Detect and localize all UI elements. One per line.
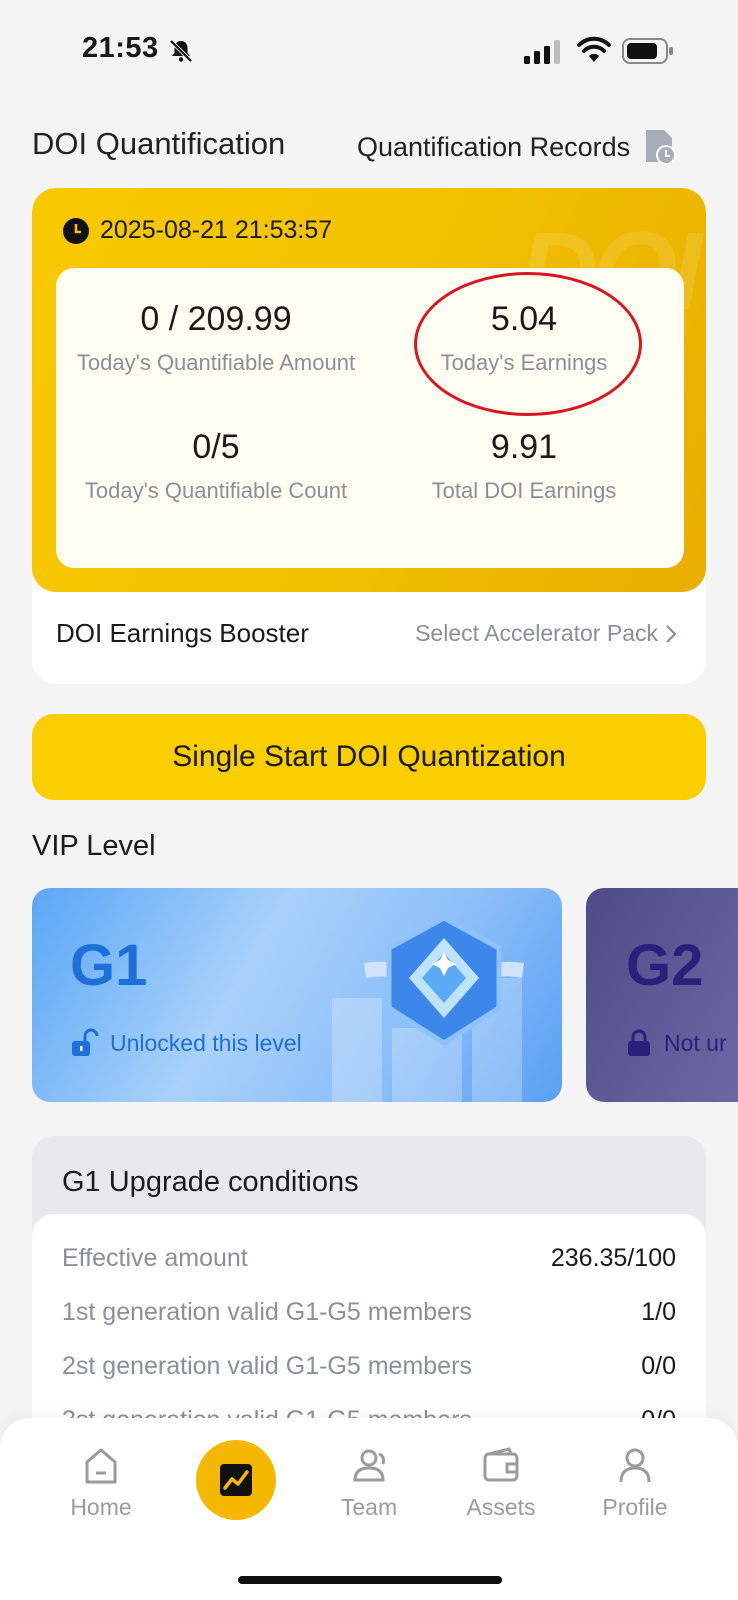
total-earnings-stat: 9.91 Total DOI Earnings <box>374 428 674 504</box>
vip-level-title: VIP Level <box>32 830 156 862</box>
unlocked-icon <box>72 1028 99 1056</box>
records-clock-icon <box>646 130 677 165</box>
stat-label: Today's Quantifiable Amount <box>76 350 356 375</box>
nav-profile[interactable]: Profile <box>580 1444 690 1521</box>
condition-value: 1/0 <box>641 1298 676 1326</box>
condition-label: 2st generation valid G1-G5 members <box>62 1352 472 1380</box>
nav-team[interactable]: Team <box>314 1444 424 1521</box>
records-label: Quantification Records <box>357 131 631 162</box>
chevron-right-icon <box>666 624 677 643</box>
condition-label: Effective amount <box>62 1244 248 1272</box>
bell-muted-icon <box>169 39 193 63</box>
booster-label: DOI Earnings Booster <box>56 618 309 648</box>
timestamp: 2025-08-21 21:53:57 <box>62 216 332 245</box>
condition-label: 1st generation valid G1-G5 members <box>62 1298 472 1326</box>
profile-icon <box>619 1448 651 1483</box>
condition-row: 1st generation valid G1-G5 members 1/0 <box>62 1298 676 1327</box>
select-accelerator-pack-link[interactable]: Select Accelerator Pack <box>415 620 678 647</box>
condition-value: 236.35/100 <box>550 1244 676 1272</box>
nav-label: Team <box>340 1494 398 1520</box>
team-icon <box>353 1449 385 1482</box>
vip-card-g2[interactable]: G2 Not ur <box>586 888 738 1102</box>
vip-status-text: Not ur <box>664 1029 727 1056</box>
stat-value: 9.91 <box>490 428 558 466</box>
timestamp-text: 2025-08-21 21:53:57 <box>100 216 333 244</box>
nav-label: Profile <box>602 1494 668 1520</box>
vip-level-name: G2 <box>626 933 704 998</box>
condition-value: 0/0 <box>641 1352 676 1380</box>
stat-value: 0 / 209.99 <box>140 300 292 338</box>
nav-label: Assets <box>466 1494 536 1520</box>
nav-assets[interactable]: Assets <box>446 1444 556 1521</box>
quantification-summary-card: DOI 2025-08-21 21:53:57 0 / 209.99 Today… <box>32 188 706 684</box>
single-start-quantization-button[interactable]: Single Start DOI Quantization <box>32 714 706 800</box>
vip-status-text: Unlocked this level <box>110 1029 302 1056</box>
upgrade-conditions-panel: G1 Upgrade conditions Effective amount 2… <box>32 1136 706 1466</box>
bottom-navigation: Home Team Assets Profile <box>0 1418 738 1600</box>
battery-icon <box>622 38 673 64</box>
nav-label: Home <box>70 1494 132 1520</box>
status-bar: 21:53 <box>0 0 738 100</box>
lock-icon <box>628 1029 650 1056</box>
upgrade-title: G1 Upgrade conditions <box>62 1166 359 1198</box>
wallet-icon <box>483 1447 519 1482</box>
vip-status: Not ur <box>624 1028 727 1058</box>
page-title: DOI Quantification <box>32 126 286 161</box>
quantifiable-amount-stat: 0 / 209.99 Today's Quantifiable Amount <box>66 300 366 376</box>
vip-diamond-badge-icon <box>364 915 524 1046</box>
nav-home[interactable]: Home <box>46 1444 156 1521</box>
annotation-circle <box>414 272 642 416</box>
vip-level-name: G1 <box>70 933 148 998</box>
vip-card-g1[interactable]: G1 Unlocked this level <box>32 888 562 1102</box>
home-indicator[interactable] <box>238 1576 502 1584</box>
chart-icon <box>220 1464 252 1496</box>
quantification-records-link[interactable]: Quantification Records <box>357 128 678 166</box>
quantifiable-count-stat: 0/5 Today's Quantifiable Count <box>66 428 366 504</box>
stat-label: Total DOI Earnings <box>431 478 617 503</box>
wifi-icon <box>577 36 611 62</box>
nav-quantify[interactable] <box>196 1440 276 1520</box>
earnings-booster-row[interactable]: DOI Earnings Booster Select Accelerator … <box>32 592 706 684</box>
booster-link-text: Select Accelerator Pack <box>415 620 658 646</box>
stat-value: 0/5 <box>192 428 240 466</box>
clock-icon <box>63 217 89 244</box>
vip-status: Unlocked this level <box>70 1028 302 1058</box>
condition-row: 2st generation valid G1-G5 members 0/0 <box>62 1352 676 1381</box>
stat-label: Today's Quantifiable Count <box>84 478 348 503</box>
cellular-signal-icon <box>524 40 560 64</box>
status-time: 21:53 <box>82 32 159 64</box>
home-icon <box>85 1448 117 1484</box>
condition-row: Effective amount 236.35/100 <box>62 1244 676 1273</box>
